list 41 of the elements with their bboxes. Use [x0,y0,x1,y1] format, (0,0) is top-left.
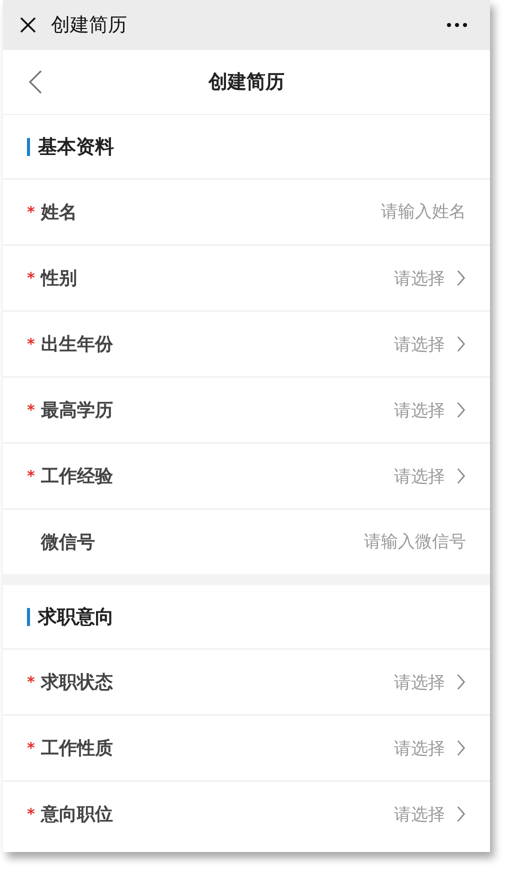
window-title: 创建简历 [51,13,128,38]
chevron-right-icon [457,335,466,353]
more-icon[interactable] [446,22,468,28]
input-field[interactable]: 请输入姓名 [77,202,466,222]
select-field[interactable]: 请选择 [394,802,466,826]
required-mark: * [27,673,36,691]
chevron-right-icon [457,269,466,287]
select-field[interactable]: 请选择 [394,332,466,356]
field-label: 最高学历 [41,399,113,422]
field-label: 意向职位 [41,803,113,826]
chevron-right-icon [457,805,466,823]
field-label: 性别 [41,267,77,290]
page-title: 创建简历 [208,70,284,95]
select-field[interactable]: 请选择 [394,670,466,694]
section-title: 求职意向 [38,604,114,630]
field-label: 微信号 [41,531,95,554]
field-label: 求职状态 [41,671,113,694]
chevron-right-icon [457,673,466,691]
required-mark: * [27,335,36,353]
required-mark: * [27,739,36,757]
select-field[interactable]: 请选择 [394,736,466,760]
required-mark: * [27,203,36,221]
field-label: 出生年份 [41,333,113,356]
required-mark: * [27,805,36,823]
required-mark: * [27,467,36,485]
accent-bar [27,138,30,156]
input-field[interactable]: 请输入微信号 [95,532,466,552]
field-label: 姓名 [41,201,77,224]
select-field[interactable]: 请选择 [394,266,466,290]
required-mark: * [27,401,36,419]
chevron-right-icon [457,401,466,419]
accent-bar [27,608,30,626]
field-label: 工作性质 [41,737,113,760]
close-icon[interactable] [19,16,37,34]
required-mark: * [27,269,36,287]
field-label: 工作经验 [41,465,113,488]
chevron-right-icon [457,739,466,757]
chevron-right-icon [457,467,466,485]
select-field[interactable]: 请选择 [394,464,466,488]
select-field[interactable]: 请选择 [394,398,466,422]
section-title: 基本资料 [38,134,114,160]
